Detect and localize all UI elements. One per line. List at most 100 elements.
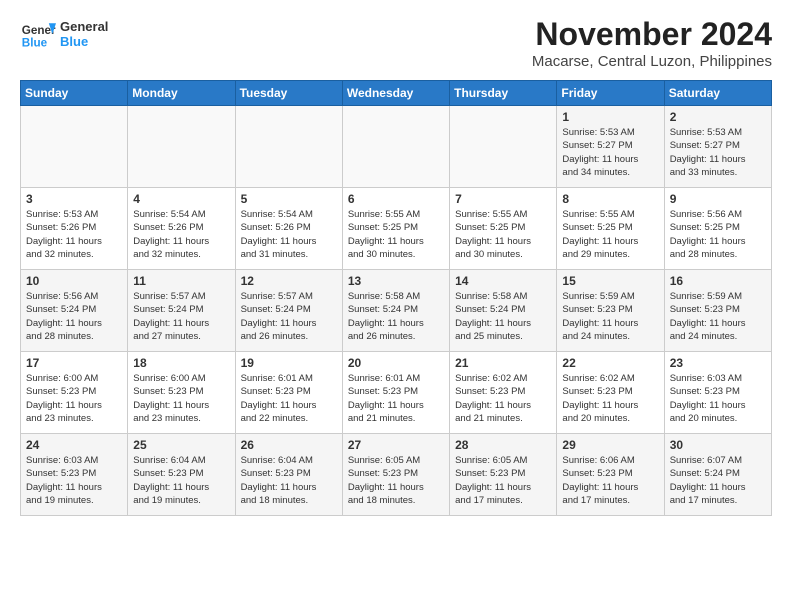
day-number: 30: [670, 438, 766, 452]
day-number: 13: [348, 274, 444, 288]
calendar-cell: 28Sunrise: 6:05 AM Sunset: 5:23 PM Dayli…: [450, 434, 557, 516]
calendar-cell: 14Sunrise: 5:58 AM Sunset: 5:24 PM Dayli…: [450, 270, 557, 352]
calendar-cell: 4Sunrise: 5:54 AM Sunset: 5:26 PM Daylig…: [128, 188, 235, 270]
logo-general: General: [60, 19, 108, 34]
calendar-cell: 20 Sunrise: 6:01 AM Sunset: 5:23 PM Dayli…: [342, 352, 449, 434]
weekday-header-saturday: Saturday: [664, 81, 771, 106]
calendar-cell: [342, 106, 449, 188]
calendar-cell: 16 Sunrise: 5:59 AM Sunset: 5:23 PM Dayli…: [664, 270, 771, 352]
calendar-cell: [128, 106, 235, 188]
calendar-cell: 15 Sunrise: 5:59 AM Sunset: 5:23 PM Dayli…: [557, 270, 664, 352]
day-info: Sunrise: 5:53 AM Sunset: 5:27 PM Dayligh…: [562, 126, 658, 179]
day-info: Sunrise: 5:58 AM Sunset: 5:24 PM Dayligh…: [455, 290, 551, 343]
weekday-header-tuesday: Tuesday: [235, 81, 342, 106]
day-number: 3: [26, 192, 122, 206]
week-row-4: 17Sunrise: 6:00 AM Sunset: 5:23 PM Dayli…: [21, 352, 772, 434]
logo-icon: General Blue: [20, 16, 56, 52]
day-number: 22: [562, 356, 658, 370]
day-number: 4: [133, 192, 229, 206]
week-row-2: 3 Sunrise: 5:53 AM Sunset: 5:26 PM Daylig…: [21, 188, 772, 270]
day-info: Sunrise: 5:58 AM Sunset: 5:24 PM Dayligh…: [348, 290, 444, 343]
calendar-cell: 9 Sunrise: 5:56 AM Sunset: 5:25 PM Daylig…: [664, 188, 771, 270]
calendar-cell: 18 Sunrise: 6:00 AM Sunset: 5:23 PM Dayli…: [128, 352, 235, 434]
day-info: Sunrise: 5:57 AM Sunset: 5:24 PM Dayligh…: [133, 290, 229, 343]
day-info: Sunrise: 6:07 AM Sunset: 5:24 PM Dayligh…: [670, 454, 766, 507]
calendar-cell: 21Sunrise: 6:02 AM Sunset: 5:23 PM Dayli…: [450, 352, 557, 434]
calendar-table: SundayMondayTuesdayWednesdayThursdayFrid…: [20, 80, 772, 516]
location-title: Macarse, Central Luzon, Philippines: [532, 53, 772, 70]
day-number: 7: [455, 192, 551, 206]
calendar-cell: 11 Sunrise: 5:57 AM Sunset: 5:24 PM Dayli…: [128, 270, 235, 352]
day-info: Sunrise: 6:04 AM Sunset: 5:23 PM Dayligh…: [241, 454, 337, 507]
day-info: Sunrise: 5:56 AM Sunset: 5:24 PM Dayligh…: [26, 290, 122, 343]
weekday-header-wednesday: Wednesday: [342, 81, 449, 106]
day-number: 6: [348, 192, 444, 206]
calendar-cell: [235, 106, 342, 188]
day-number: 15: [562, 274, 658, 288]
day-number: 11: [133, 274, 229, 288]
calendar-cell: 12 Sunrise: 5:57 AM Sunset: 5:24 PM Dayli…: [235, 270, 342, 352]
week-row-5: 24 Sunrise: 6:03 AM Sunset: 5:23 PM Dayli…: [21, 434, 772, 516]
logo-blue: Blue: [60, 34, 108, 49]
day-number: 25: [133, 438, 229, 452]
day-number: 8: [562, 192, 658, 206]
calendar-cell: 17Sunrise: 6:00 AM Sunset: 5:23 PM Dayli…: [21, 352, 128, 434]
day-info: Sunrise: 6:04 AM Sunset: 5:23 PM Dayligh…: [133, 454, 229, 507]
title-block: November 2024 Macarse, Central Luzon, Ph…: [532, 16, 772, 70]
weekday-header-row: SundayMondayTuesdayWednesdayThursdayFrid…: [21, 81, 772, 106]
day-info: Sunrise: 5:55 AM Sunset: 5:25 PM Dayligh…: [455, 208, 551, 261]
day-info: Sunrise: 6:03 AM Sunset: 5:23 PM Dayligh…: [670, 372, 766, 425]
day-info: Sunrise: 6:05 AM Sunset: 5:23 PM Dayligh…: [348, 454, 444, 507]
calendar-cell: 13 Sunrise: 5:58 AM Sunset: 5:24 PM Dayli…: [342, 270, 449, 352]
day-info: Sunrise: 6:00 AM Sunset: 5:23 PM Dayligh…: [133, 372, 229, 425]
calendar-cell: 25 Sunrise: 6:04 AM Sunset: 5:23 PM Dayli…: [128, 434, 235, 516]
day-number: 20: [348, 356, 444, 370]
weekday-header-thursday: Thursday: [450, 81, 557, 106]
day-info: Sunrise: 5:53 AM Sunset: 5:26 PM Dayligh…: [26, 208, 122, 261]
day-number: 16: [670, 274, 766, 288]
day-info: Sunrise: 6:01 AM Sunset: 5:23 PM Dayligh…: [348, 372, 444, 425]
calendar-cell: 29Sunrise: 6:06 AM Sunset: 5:23 PM Dayli…: [557, 434, 664, 516]
calendar-cell: 5Sunrise: 5:54 AM Sunset: 5:26 PM Daylig…: [235, 188, 342, 270]
calendar-cell: 7 Sunrise: 5:55 AM Sunset: 5:25 PM Daylig…: [450, 188, 557, 270]
week-row-1: 1 Sunrise: 5:53 AM Sunset: 5:27 PM Daylig…: [21, 106, 772, 188]
calendar-cell: 10 Sunrise: 5:56 AM Sunset: 5:24 PM Dayli…: [21, 270, 128, 352]
day-number: 27: [348, 438, 444, 452]
calendar-cell: 24 Sunrise: 6:03 AM Sunset: 5:23 PM Dayli…: [21, 434, 128, 516]
calendar-cell: 30 Sunrise: 6:07 AM Sunset: 5:24 PM Dayli…: [664, 434, 771, 516]
calendar-cell: 2Sunrise: 5:53 AM Sunset: 5:27 PM Daylig…: [664, 106, 771, 188]
month-title: November 2024: [532, 16, 772, 53]
week-row-3: 10 Sunrise: 5:56 AM Sunset: 5:24 PM Dayli…: [21, 270, 772, 352]
day-info: Sunrise: 5:59 AM Sunset: 5:23 PM Dayligh…: [670, 290, 766, 343]
day-info: Sunrise: 5:56 AM Sunset: 5:25 PM Dayligh…: [670, 208, 766, 261]
calendar-cell: 27 Sunrise: 6:05 AM Sunset: 5:23 PM Dayli…: [342, 434, 449, 516]
day-number: 18: [133, 356, 229, 370]
day-number: 1: [562, 110, 658, 124]
day-info: Sunrise: 6:02 AM Sunset: 5:23 PM Dayligh…: [562, 372, 658, 425]
calendar-cell: 23Sunrise: 6:03 AM Sunset: 5:23 PM Dayli…: [664, 352, 771, 434]
day-info: Sunrise: 5:55 AM Sunset: 5:25 PM Dayligh…: [348, 208, 444, 261]
calendar-cell: 26 Sunrise: 6:04 AM Sunset: 5:23 PM Dayli…: [235, 434, 342, 516]
day-info: Sunrise: 5:59 AM Sunset: 5:23 PM Dayligh…: [562, 290, 658, 343]
logo: General Blue General Blue: [20, 16, 108, 52]
day-info: Sunrise: 5:54 AM Sunset: 5:26 PM Dayligh…: [241, 208, 337, 261]
day-number: 12: [241, 274, 337, 288]
day-number: 29: [562, 438, 658, 452]
day-number: 9: [670, 192, 766, 206]
day-info: Sunrise: 6:05 AM Sunset: 5:23 PM Dayligh…: [455, 454, 551, 507]
page-header: General Blue General Blue November 2024 …: [20, 16, 772, 70]
day-number: 19: [241, 356, 337, 370]
day-number: 26: [241, 438, 337, 452]
day-info: Sunrise: 6:03 AM Sunset: 5:23 PM Dayligh…: [26, 454, 122, 507]
day-info: Sunrise: 6:02 AM Sunset: 5:23 PM Dayligh…: [455, 372, 551, 425]
calendar-cell: 3 Sunrise: 5:53 AM Sunset: 5:26 PM Daylig…: [21, 188, 128, 270]
calendar-cell: [450, 106, 557, 188]
day-info: Sunrise: 5:55 AM Sunset: 5:25 PM Dayligh…: [562, 208, 658, 261]
weekday-header-friday: Friday: [557, 81, 664, 106]
day-number: 2: [670, 110, 766, 124]
calendar-cell: [21, 106, 128, 188]
day-number: 24: [26, 438, 122, 452]
weekday-header-sunday: Sunday: [21, 81, 128, 106]
day-number: 10: [26, 274, 122, 288]
day-info: Sunrise: 5:57 AM Sunset: 5:24 PM Dayligh…: [241, 290, 337, 343]
